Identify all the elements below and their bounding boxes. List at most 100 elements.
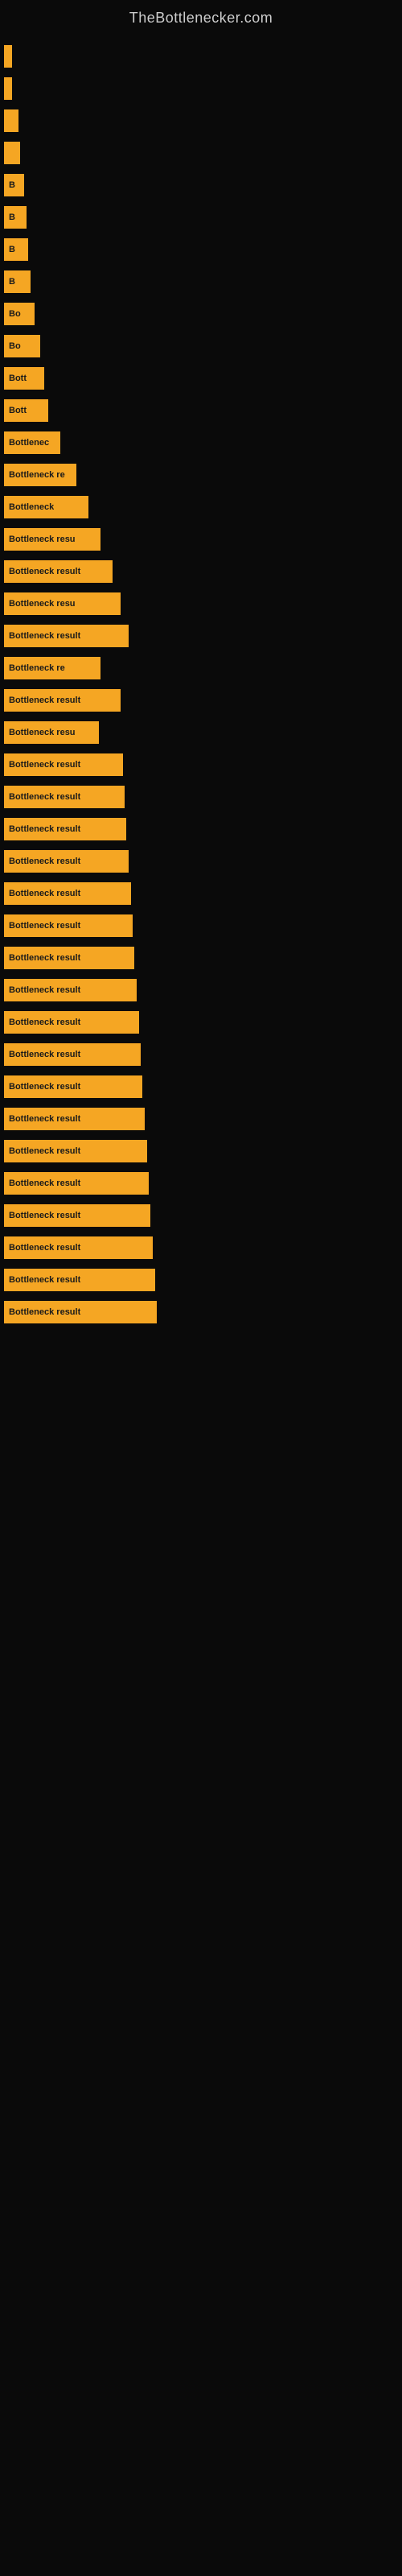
bar-label-15: Bottleneck xyxy=(9,502,54,512)
bar-row: Bo xyxy=(4,331,402,361)
bar-label-24: Bottleneck result xyxy=(9,792,80,802)
bar-label-23: Bottleneck result xyxy=(9,760,80,770)
bar-6: B xyxy=(4,206,27,229)
bar-row: Bottleneck result xyxy=(4,975,402,1005)
bar-label-11: Bott xyxy=(9,374,27,383)
bar-1 xyxy=(4,45,12,68)
bar-label-9: Bo xyxy=(9,309,21,319)
bar-label-25: Bottleneck result xyxy=(9,824,80,834)
bar-9: Bo xyxy=(4,303,35,325)
bar-17: Bottleneck result xyxy=(4,560,113,583)
bar-row: B xyxy=(4,202,402,233)
bar-row xyxy=(4,138,402,168)
bar-20: Bottleneck re xyxy=(4,657,100,679)
bar-22: Bottleneck resu xyxy=(4,721,99,744)
bar-28: Bottleneck result xyxy=(4,914,133,937)
bar-18: Bottleneck resu xyxy=(4,592,121,615)
bar-26: Bottleneck result xyxy=(4,850,129,873)
bar-row xyxy=(4,105,402,136)
bar-39: Bottleneck result xyxy=(4,1269,155,1291)
bar-label-38: Bottleneck result xyxy=(9,1243,80,1253)
bar-21: Bottleneck result xyxy=(4,689,121,712)
bar-37: Bottleneck result xyxy=(4,1204,150,1227)
bar-11: Bott xyxy=(4,367,44,390)
bar-row: Bottlenec xyxy=(4,427,402,458)
bar-12: Bott xyxy=(4,399,48,422)
bar-label-18: Bottleneck resu xyxy=(9,599,76,609)
bar-label-5: B xyxy=(9,180,15,190)
bar-27: Bottleneck result xyxy=(4,882,131,905)
bar-row: B xyxy=(4,170,402,200)
bar-row: Bottleneck result xyxy=(4,910,402,941)
bar-7: B xyxy=(4,238,28,261)
bar-label-6: B xyxy=(9,213,15,222)
bar-row: B xyxy=(4,266,402,297)
bar-4 xyxy=(4,142,20,164)
bar-36: Bottleneck result xyxy=(4,1172,149,1195)
bar-14: Bottleneck re xyxy=(4,464,76,486)
bar-row: Bottleneck result xyxy=(4,1007,402,1038)
bar-row: Bottleneck result xyxy=(4,1265,402,1295)
bar-row: Bottleneck result xyxy=(4,1136,402,1166)
bar-label-36: Bottleneck result xyxy=(9,1179,80,1188)
bar-10: Bo xyxy=(4,335,40,357)
bar-25: Bottleneck result xyxy=(4,818,126,840)
site-title: TheBottlenecker.com xyxy=(0,0,402,33)
bar-19: Bottleneck result xyxy=(4,625,129,647)
bar-35: Bottleneck result xyxy=(4,1140,147,1162)
bar-30: Bottleneck result xyxy=(4,979,137,1001)
bar-row: Bottleneck result xyxy=(4,814,402,844)
bar-row xyxy=(4,73,402,104)
bar-row: Bottleneck result xyxy=(4,1104,402,1134)
bar-row: Bottleneck result xyxy=(4,621,402,651)
bar-row: B xyxy=(4,234,402,265)
bar-label-14: Bottleneck re xyxy=(9,470,65,480)
bar-row: Bottleneck xyxy=(4,492,402,522)
bar-row: Bottleneck result xyxy=(4,878,402,909)
bar-33: Bottleneck result xyxy=(4,1075,142,1098)
bar-row: Bottleneck result xyxy=(4,846,402,877)
bar-label-16: Bottleneck resu xyxy=(9,535,76,544)
bar-label-27: Bottleneck result xyxy=(9,889,80,898)
bar-row: Bott xyxy=(4,395,402,426)
bar-label-17: Bottleneck result xyxy=(9,567,80,576)
bar-row: Bottleneck re xyxy=(4,460,402,490)
bar-label-10: Bo xyxy=(9,341,21,351)
bar-34: Bottleneck result xyxy=(4,1108,145,1130)
bar-label-28: Bottleneck result xyxy=(9,921,80,931)
bar-23: Bottleneck result xyxy=(4,753,123,776)
bar-label-19: Bottleneck result xyxy=(9,631,80,641)
bar-label-20: Bottleneck re xyxy=(9,663,65,673)
bar-8: B xyxy=(4,270,31,293)
bar-31: Bottleneck result xyxy=(4,1011,139,1034)
bar-row: Bottleneck result xyxy=(4,1232,402,1263)
bar-label-34: Bottleneck result xyxy=(9,1114,80,1124)
bar-label-30: Bottleneck result xyxy=(9,985,80,995)
bar-16: Bottleneck resu xyxy=(4,528,100,551)
bar-3 xyxy=(4,109,18,132)
bar-label-32: Bottleneck result xyxy=(9,1050,80,1059)
bar-label-29: Bottleneck result xyxy=(9,953,80,963)
bar-row: Bottleneck result xyxy=(4,749,402,780)
bar-label-13: Bottlenec xyxy=(9,438,49,448)
bar-row: Bottleneck result xyxy=(4,1168,402,1199)
bar-38: Bottleneck result xyxy=(4,1236,153,1259)
bar-13: Bottlenec xyxy=(4,431,60,454)
bar-15: Bottleneck xyxy=(4,496,88,518)
bar-row: Bottleneck result xyxy=(4,1200,402,1231)
bar-2 xyxy=(4,77,12,100)
bar-row: Bottleneck result xyxy=(4,685,402,716)
bar-row: Bottleneck resu xyxy=(4,524,402,555)
bar-24: Bottleneck result xyxy=(4,786,125,808)
bar-row: Bottleneck resu xyxy=(4,717,402,748)
bar-row: Bottleneck result xyxy=(4,782,402,812)
bar-label-33: Bottleneck result xyxy=(9,1082,80,1092)
bar-row xyxy=(4,41,402,72)
bar-5: B xyxy=(4,174,24,196)
bar-label-31: Bottleneck result xyxy=(9,1018,80,1027)
bar-row: Bottleneck resu xyxy=(4,588,402,619)
bar-row: Bottleneck re xyxy=(4,653,402,683)
bar-label-37: Bottleneck result xyxy=(9,1211,80,1220)
bar-label-39: Bottleneck result xyxy=(9,1275,80,1285)
bar-row: Bottleneck result xyxy=(4,1071,402,1102)
